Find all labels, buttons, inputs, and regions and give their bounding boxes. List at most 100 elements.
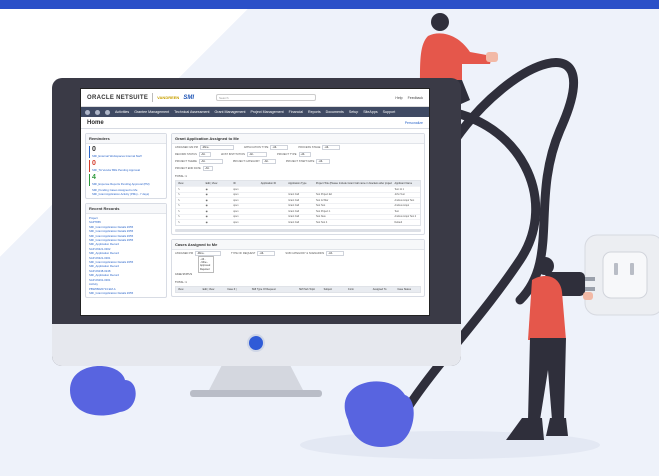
case-status-dropdown[interactable]: - All - - Mine - Approved Rejected [198, 255, 214, 274]
reminder-label[interactable]: SMI_Expense Reports Pending Approval (PM… [92, 182, 163, 186]
column-header[interactable]: View [176, 182, 204, 185]
column-header[interactable]: SMI Type Of Request [250, 288, 297, 291]
personalize-link[interactable]: Personalize [405, 121, 423, 125]
right-column: Grant Application Assigned to Me ASSIGNE… [171, 133, 425, 298]
smi-logo: SMI [183, 94, 194, 101]
column-header[interactable]: Form [346, 288, 371, 291]
filter-select[interactable]: -All- [202, 166, 213, 171]
left-column: Reminders 0 SMI_External Workspaces Inte… [85, 133, 167, 299]
grant-apps-table: View Edit | View ID Application ID Appli… [175, 180, 421, 226]
table-row[interactable]: ✎ ◉ open Grant Call Test Project Ed John Test [176, 191, 420, 198]
column-header[interactable]: Applicant Name [392, 182, 420, 185]
table-row[interactable]: ✎ ◉ open Grant Call Test New Andrew Acqui Tes… [176, 213, 420, 220]
column-header[interactable]: View [176, 288, 201, 291]
nav-item-activities[interactable]: Activities [115, 110, 129, 114]
filter-field: PROJECT START DATE -All- [286, 159, 331, 164]
filter-field: PROJECT THEME -All- [175, 159, 223, 164]
filter-field: PROCESS STAGE -All- [298, 145, 341, 150]
reminder-small-link[interactable]: SMI_Grant Application Activity (PMs) - 7… [89, 192, 163, 196]
column-header[interactable]: SMI Sub Topic [297, 288, 322, 291]
nav-item-technical-assessment[interactable]: Technical Assessment [174, 110, 209, 114]
grant-apps-total: TOTAL: 1 [175, 174, 187, 178]
nav-item-setup[interactable]: Setup [349, 110, 358, 114]
outlet-socket [602, 251, 648, 299]
star-icon[interactable] [95, 109, 100, 115]
column-header[interactable]: Project Title (Please Include Grant Call… [314, 182, 393, 185]
filter-select[interactable]: -All- [257, 250, 276, 256]
nav-item-siteapps[interactable]: SiteApps [363, 110, 377, 114]
page-title: Home [87, 119, 104, 126]
illustration-stage: ORACLE NETSUITE VANDREEN SMI Search Help… [0, 0, 659, 476]
horizontal-scrollbar[interactable] [175, 228, 421, 232]
monitor-base [190, 390, 322, 397]
filter-select[interactable]: -All- [316, 159, 331, 164]
nav-item-reports[interactable]: Reports [308, 110, 321, 114]
column-header[interactable]: Edit | View [201, 288, 226, 291]
filter-row: PROJECT THEME -All- PROJECT CATEGORY -All-… [172, 158, 424, 165]
help-link[interactable]: Help [395, 96, 402, 100]
nav-item-grantee-management[interactable]: Grantee Management [134, 110, 169, 114]
column-header[interactable]: Assigned To [371, 288, 396, 291]
filter-select[interactable]: -Mine- [199, 145, 234, 150]
filter-select[interactable]: -All- [198, 159, 223, 164]
power-button-icon[interactable] [249, 336, 263, 350]
table-row[interactable]: ✎ ◉ open Grant Call Test Test 4 Default [176, 219, 420, 225]
reminders-list: 0 SMI_External Workspaces Internal Staff… [86, 144, 166, 198]
nav-item-grant-management[interactable]: Grant Management [215, 110, 246, 114]
filter-select[interactable]: -All- [322, 145, 341, 150]
feedback-link[interactable]: Feedback [408, 96, 423, 100]
column-header[interactable]: Edit | View [204, 182, 232, 185]
reminder-count: 4 [92, 174, 96, 181]
filter-row: ASSIGNED GM PM -Mine- APPLICATION TYPE -Al… [172, 144, 424, 151]
reminder-label[interactable]: SMI_External Workspaces Internal Staff [92, 154, 163, 158]
home-icon[interactable] [105, 109, 110, 115]
page-title-row: Home Personalize [81, 117, 429, 129]
blob-left [70, 366, 136, 416]
filter-select[interactable]: -All- [270, 145, 289, 150]
filter-field: RECORD STATUS -All- [175, 152, 211, 157]
brand-logo: ORACLE NETSUITE [87, 94, 149, 101]
reminder-item[interactable]: 4 SMI_Expense Reports Pending Approval (… [89, 174, 163, 186]
column-header[interactable]: Case # | [225, 288, 250, 291]
cases-table: View Edit | View Case # | SMI Type Of Re… [175, 285, 421, 293]
filter-select[interactable]: -All- [326, 250, 345, 256]
table-row[interactable]: ✎ ◉ open Grant Call Test 12 Mar Andrew Acqui … [176, 197, 420, 203]
header-links: Help Feedback [395, 96, 423, 100]
reminder-label[interactable]: SMI_TA Vendor Bills Pending Approval [92, 168, 163, 172]
monitor-screen: ORACLE NETSUITE VANDREEN SMI Search Help… [80, 88, 430, 316]
reminder-item[interactable]: 0 SMI_TA Vendor Bills Pending Approval [89, 160, 163, 172]
dashboard-body: Reminders 0 SMI_External Workspaces Inte… [81, 129, 429, 302]
nav-item-support[interactable]: Support [383, 110, 396, 114]
filter-select[interactable]: -All- [298, 152, 311, 157]
reminder-item[interactable]: 0 SMI_External Workspaces Internal Staff [89, 146, 163, 158]
cases-portlet: Cases Assigned to Me ASSIGNED PM -Mine- T… [171, 238, 425, 297]
filter-row: RECORD STATUS -All- HOST INSTITUTION -All-… [172, 151, 424, 158]
column-header[interactable]: ID [231, 182, 259, 185]
table-row[interactable]: ✎ ◉ open Grant Call Test Project 1 Test [176, 208, 420, 214]
column-header[interactable]: Application Type [286, 182, 314, 185]
column-header[interactable]: Application ID [259, 182, 287, 185]
partner-logo: VANDREEN [157, 95, 180, 100]
nav-item-project-management[interactable]: Project Management [250, 110, 283, 114]
list-item[interactable]: SMI_Grant Application Details #255 [89, 291, 163, 295]
table-row[interactable]: ✎ ◉ open Grant Call Test Test Andrew Acqui [176, 202, 420, 209]
cases-total: TOTAL: 1 [175, 279, 187, 284]
filter-field: APPLICATION TYPE -All- [244, 145, 289, 150]
filter-select[interactable]: -All- [198, 152, 211, 157]
nav-item-documents[interactable]: Documents [326, 110, 344, 114]
dropdown-option[interactable]: Rejected [200, 268, 212, 271]
column-header[interactable]: Case Status [395, 288, 420, 291]
filter-field: PROJECT END DATE -All- [175, 166, 213, 171]
filter-field: TYPE OF REQUEST -All- [231, 250, 276, 256]
table-header: View Edit | View Case # | SMI Type Of Re… [176, 286, 420, 292]
column-header[interactable]: Subject [322, 288, 347, 291]
filter-select[interactable]: -All- [246, 152, 267, 157]
back-icon[interactable] [85, 109, 90, 115]
recent-records-list: Project SAP7865 SMI_Grant Application De… [86, 214, 166, 297]
filter-select[interactable]: -All- [261, 159, 276, 164]
main-nav: Activities Grantee Management Technical … [81, 107, 429, 117]
search-input[interactable]: Search [216, 94, 316, 101]
filter-field: SUB CATEGORY & SCENARIOS -All- [285, 250, 345, 256]
nav-item-financial[interactable]: Financial [289, 110, 303, 114]
grant-applications-title: Grant Application Assigned to Me [172, 134, 424, 144]
